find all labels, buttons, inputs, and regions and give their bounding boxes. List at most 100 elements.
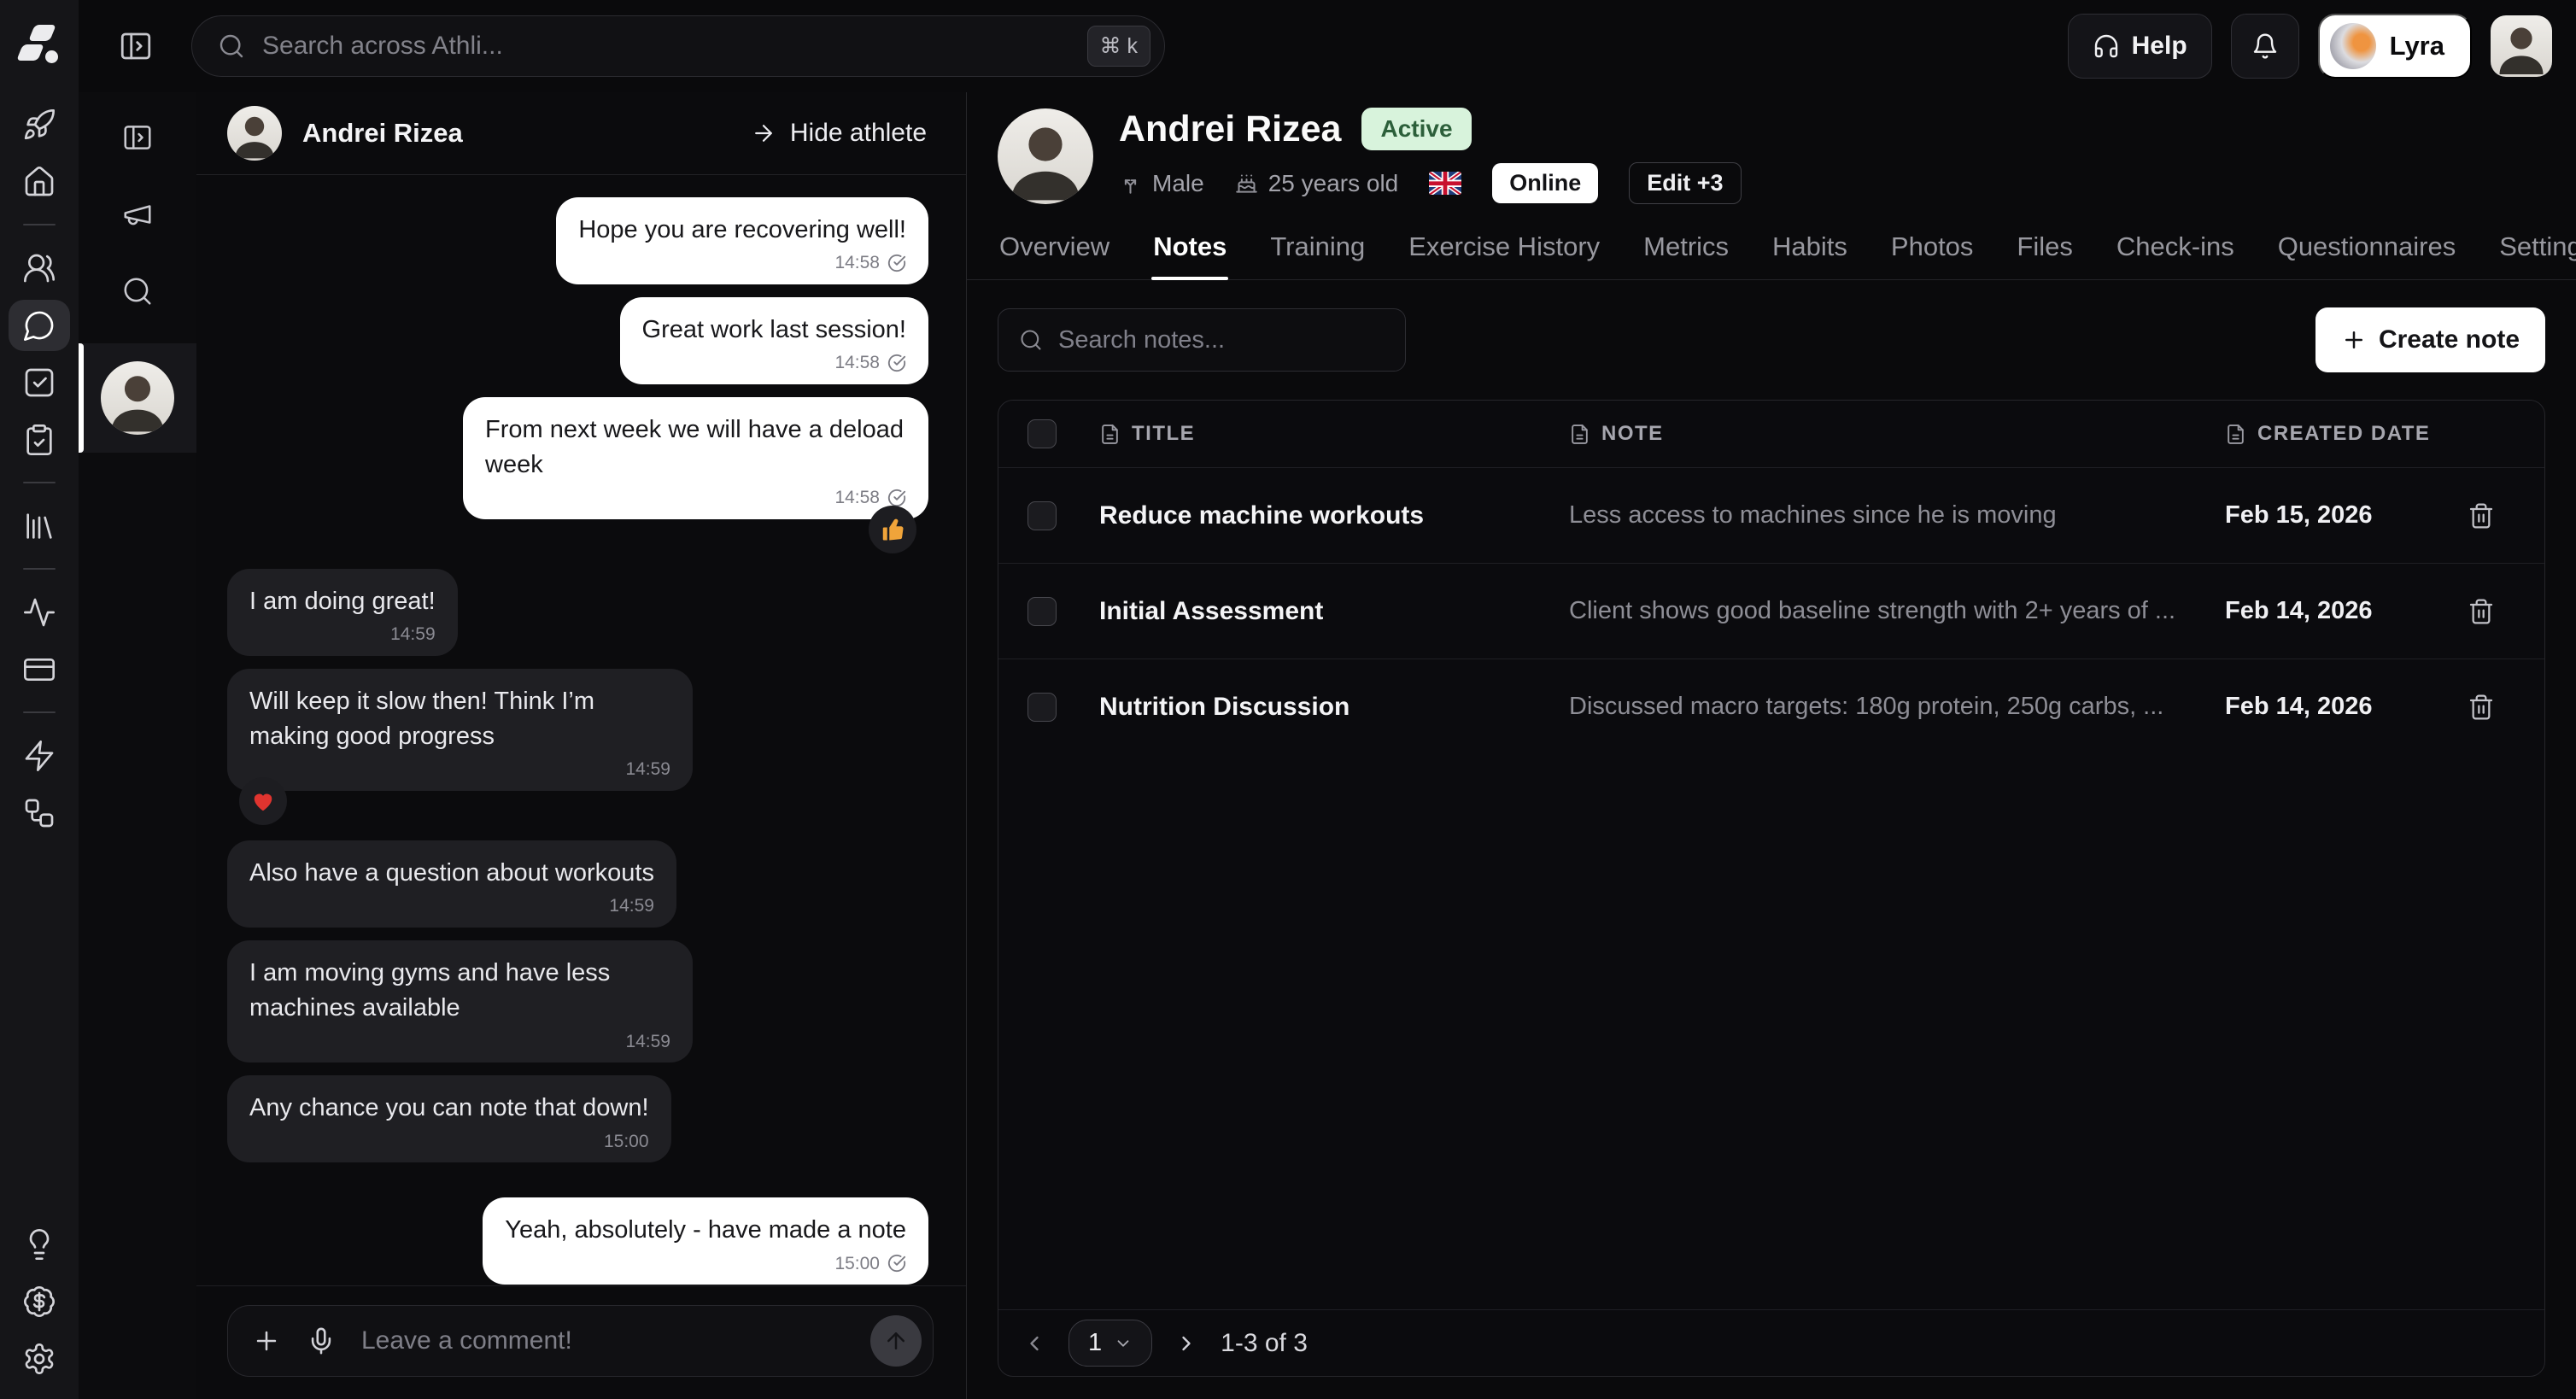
tab-training[interactable]: Training xyxy=(1268,225,1367,279)
clipboard-icon[interactable] xyxy=(0,411,79,468)
tab-settings[interactable]: Settings xyxy=(2497,225,2576,279)
delete-note-button[interactable] xyxy=(2468,502,2495,530)
column-note[interactable]: Note xyxy=(1569,422,2225,446)
age-label: 25 years old xyxy=(1268,170,1399,197)
heart-reaction[interactable] xyxy=(239,777,287,825)
edit-button[interactable]: Edit +3 xyxy=(1629,162,1741,204)
note-preview: Less access to machines since he is movi… xyxy=(1569,501,2225,530)
tab-check-ins[interactable]: Check-ins xyxy=(2115,225,2236,279)
help-label: Help xyxy=(2132,32,2187,61)
chevron-left-icon[interactable] xyxy=(1022,1332,1046,1355)
delete-note-button[interactable] xyxy=(2468,694,2495,721)
message-text: Also have a question about workouts xyxy=(249,859,654,887)
thumbs-up-reaction[interactable] xyxy=(869,506,916,553)
age-item: 25 years old xyxy=(1235,170,1399,197)
column-title-label: Title xyxy=(1132,422,1195,446)
message-text: Hope you are recovering well! xyxy=(578,216,906,243)
dollar-badge-icon[interactable] xyxy=(0,1273,79,1330)
tab-files[interactable]: Files xyxy=(2015,225,2074,279)
comment-input[interactable] xyxy=(361,1326,845,1355)
athlete-conversation-item[interactable] xyxy=(79,343,196,453)
select-all-checkbox[interactable] xyxy=(1027,419,1057,448)
message-text: From next week we will have a deload wee… xyxy=(485,416,904,478)
notes-toolbar: Create note xyxy=(967,280,2576,372)
athletes-icon[interactable] xyxy=(0,239,79,296)
tab-questionnaires[interactable]: Questionnaires xyxy=(2276,225,2458,279)
comment-composer[interactable] xyxy=(227,1305,934,1377)
chat-message-outgoing[interactable]: From next week we will have a deload wee… xyxy=(463,397,928,519)
chat-icon[interactable] xyxy=(0,296,79,354)
tab-habits[interactable]: Habits xyxy=(1771,225,1849,279)
user-avatar[interactable] xyxy=(2491,15,2552,77)
note-created-date: Feb 15, 2026 xyxy=(2225,501,2447,530)
delete-note-button[interactable] xyxy=(2468,598,2495,625)
create-note-button[interactable]: Create note xyxy=(2315,307,2545,372)
global-search[interactable]: ⌘ k xyxy=(191,15,1165,77)
library-icon[interactable] xyxy=(0,497,79,554)
chat-message-outgoing[interactable]: Hope you are recovering well! 14:58 xyxy=(556,197,928,284)
lyra-assistant-button[interactable]: Lyra xyxy=(2318,14,2472,79)
chat-message-incoming[interactable]: I am doing great! 14:59 xyxy=(227,569,458,656)
hide-athlete-button[interactable]: Hide athlete xyxy=(751,119,927,148)
global-search-input[interactable] xyxy=(262,32,1070,61)
zap-icon[interactable] xyxy=(0,727,79,784)
activity-icon[interactable] xyxy=(0,583,79,641)
message-text: Any chance you can note that down! xyxy=(249,1094,649,1121)
row-checkbox[interactable] xyxy=(1027,693,1057,722)
send-button[interactable] xyxy=(870,1315,922,1367)
tab-exercise-history[interactable]: Exercise History xyxy=(1407,225,1601,279)
home-icon[interactable] xyxy=(0,153,79,210)
topbar-right: Help Lyra xyxy=(2068,14,2552,79)
notifications-button[interactable] xyxy=(2231,14,2299,79)
chat-message-incoming[interactable]: I am moving gyms and have less machines … xyxy=(227,940,693,1062)
microphone-icon[interactable] xyxy=(307,1326,336,1355)
message-text: Yeah, absolutely - have made a note xyxy=(505,1216,906,1244)
note-preview: Client shows good baseline strength with… xyxy=(1569,597,2225,625)
tab-overview[interactable]: Overview xyxy=(998,225,1111,279)
online-status-button[interactable]: Online xyxy=(1492,163,1598,203)
lightbulb-icon[interactable] xyxy=(0,1215,79,1273)
chat-message-outgoing[interactable]: Great work last session! 14:58 xyxy=(620,297,928,384)
search-icon[interactable] xyxy=(79,253,196,330)
table-row[interactable]: Initial Assessment Client shows good bas… xyxy=(998,563,2544,659)
tab-photos[interactable]: Photos xyxy=(1889,225,1976,279)
credit-card-icon[interactable] xyxy=(0,641,79,698)
topbar: ⌘ k Help Lyra xyxy=(79,0,2576,92)
column-created-date[interactable]: Created Date xyxy=(2225,422,2447,446)
message-text: I am moving gyms and have less machines … xyxy=(249,959,610,1021)
check-square-icon[interactable] xyxy=(0,354,79,411)
panel-toggle-icon[interactable] xyxy=(118,28,154,64)
chevron-right-icon[interactable] xyxy=(1174,1332,1198,1355)
megaphone-icon[interactable] xyxy=(79,176,196,253)
rocket-icon[interactable] xyxy=(0,96,79,153)
chat-message-outgoing[interactable]: Yeah, absolutely - have made a note 15:0… xyxy=(483,1197,928,1285)
chat-message-incoming[interactable]: Any chance you can note that down! 15:00 xyxy=(227,1075,671,1162)
help-button[interactable]: Help xyxy=(2068,14,2212,79)
bell-icon xyxy=(2251,32,2279,60)
notes-search[interactable] xyxy=(998,308,1406,372)
plus-icon[interactable] xyxy=(252,1326,281,1355)
chat-message-incoming[interactable]: Will keep it slow then! Think I’m making… xyxy=(227,669,693,791)
workflow-icon[interactable] xyxy=(0,784,79,841)
table-row[interactable]: Nutrition Discussion Discussed macro tar… xyxy=(998,659,2544,754)
row-checkbox[interactable] xyxy=(1027,597,1057,626)
check-circle-icon xyxy=(887,254,906,272)
check-circle-icon xyxy=(887,489,906,507)
gear-icon[interactable] xyxy=(0,1330,79,1387)
notes-search-input[interactable] xyxy=(1058,326,1385,354)
message-time: 14:59 xyxy=(625,757,670,782)
check-circle-icon xyxy=(887,354,906,372)
tab-notes[interactable]: Notes xyxy=(1151,225,1228,279)
chat-message-incoming[interactable]: Also have a question about workouts 14:5… xyxy=(227,840,676,928)
panel-toggle-icon[interactable] xyxy=(79,99,196,176)
sidebar-divider xyxy=(23,482,56,483)
row-checkbox[interactable] xyxy=(1027,501,1057,530)
search-icon xyxy=(1019,328,1043,352)
chat-header: Andrei Rizea Hide athlete xyxy=(196,92,966,175)
status-badge: Active xyxy=(1361,108,1471,150)
tab-metrics[interactable]: Metrics xyxy=(1642,225,1730,279)
table-row[interactable]: Reduce machine workouts Less access to m… xyxy=(998,467,2544,563)
column-title[interactable]: Title xyxy=(1099,422,1569,446)
page-selector[interactable]: 1 xyxy=(1068,1320,1152,1367)
shortcut-badge: ⌘ k xyxy=(1087,26,1150,67)
